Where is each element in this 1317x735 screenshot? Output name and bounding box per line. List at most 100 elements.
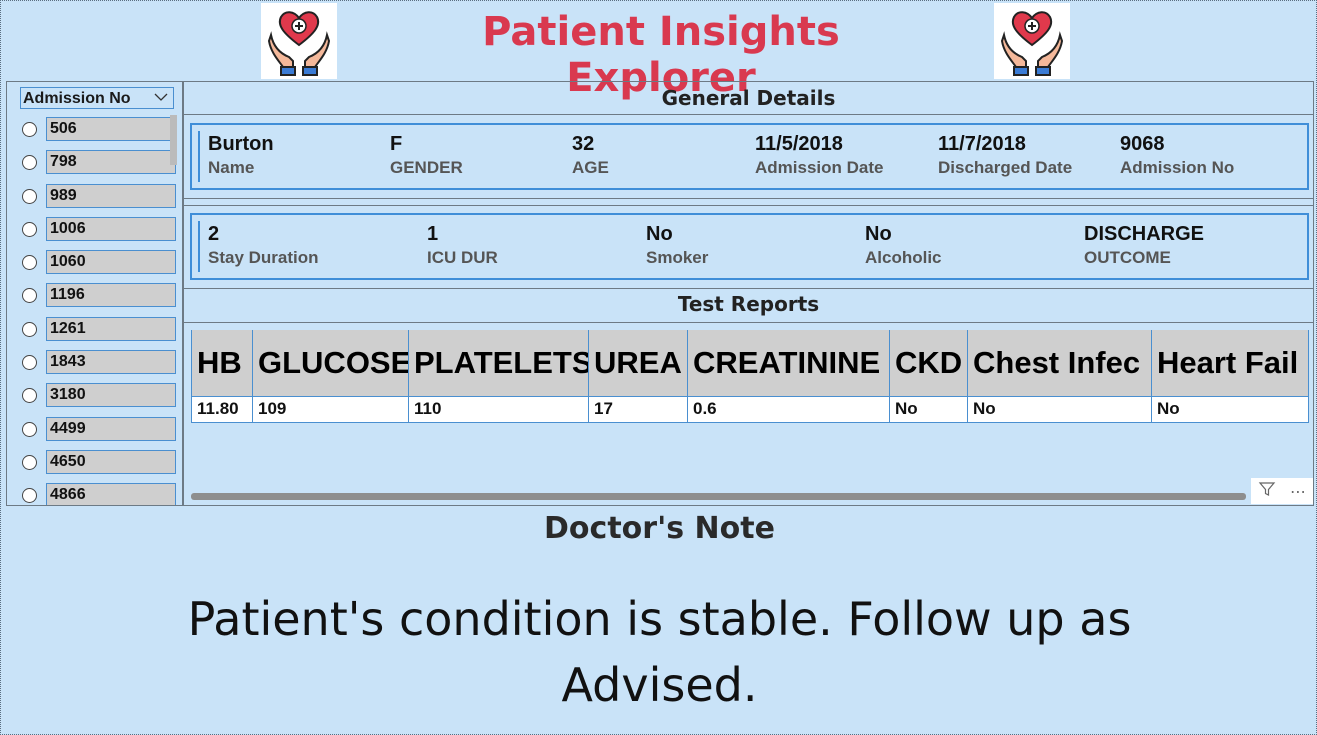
doctors-note-title: Doctor's Note bbox=[544, 511, 775, 546]
kpi-name: Burton Name bbox=[208, 131, 274, 179]
slicer-item-label: 1196 bbox=[46, 283, 176, 308]
slicer-item-label: 4499 bbox=[46, 416, 176, 441]
radio-button[interactable] bbox=[22, 155, 37, 171]
divider bbox=[184, 114, 1313, 115]
radio-button[interactable] bbox=[22, 388, 37, 404]
slicer-scrollbar[interactable] bbox=[170, 115, 177, 165]
slicer-item-label: 1843 bbox=[46, 350, 176, 375]
table-cell: No bbox=[967, 395, 1152, 423]
table-cell: 11.80 bbox=[191, 395, 253, 423]
slicer-item[interactable]: 798 bbox=[20, 150, 182, 183]
kpi-value: 1 bbox=[427, 223, 439, 245]
kpi-smoker: No Smoker bbox=[646, 221, 708, 269]
slicer-item[interactable]: 506 bbox=[20, 117, 182, 150]
kpi-label: OUTCOME bbox=[1084, 248, 1171, 267]
slicer-item-label: 1006 bbox=[46, 216, 176, 241]
kpi-admission-date: 11/5/2018 Admission Date bbox=[755, 131, 883, 179]
radio-button[interactable] bbox=[22, 288, 37, 304]
column-header[interactable]: Chest Infec bbox=[967, 330, 1152, 396]
kpi-value: 11/5/2018 bbox=[755, 133, 843, 155]
kpi-admission-no: 9068 Admission No bbox=[1120, 131, 1234, 179]
slicer-label: Admission No bbox=[23, 90, 131, 107]
column-header[interactable]: CREATININE bbox=[687, 330, 890, 396]
more-options-icon[interactable]: ⋯ bbox=[1290, 482, 1306, 501]
slicer-dropdown[interactable]: Admission No bbox=[20, 87, 174, 109]
test-reports-table: HB GLUCOSE PLATELETS UREA CREATININE CKD Chest… bbox=[191, 330, 1309, 423]
admission-no-slicer: Admission No 506 798 989 1006 1060 1196 1261 18… bbox=[6, 81, 183, 506]
slicer-item[interactable]: 3180 bbox=[20, 383, 182, 416]
slicer-item-label: 798 bbox=[46, 150, 176, 175]
kpi-value: 11/7/2018 bbox=[938, 133, 1026, 155]
column-header[interactable]: GLUCOSE bbox=[252, 330, 409, 396]
slicer-item[interactable]: 4650 bbox=[20, 449, 182, 483]
divider bbox=[184, 322, 1313, 323]
kpi-label: Name bbox=[208, 158, 255, 177]
table-horizontal-scrollbar[interactable] bbox=[191, 493, 1246, 500]
divider bbox=[184, 205, 1313, 206]
general-details-card: Burton Name F GENDER 32 AGE 11/5/2018 Admission… bbox=[190, 123, 1309, 190]
slicer-item-label: 1261 bbox=[46, 316, 176, 341]
slicer-item[interactable]: 1843 bbox=[20, 350, 182, 383]
column-header[interactable]: Heart Fail bbox=[1151, 330, 1309, 396]
slicer-item[interactable]: 4499 bbox=[20, 416, 182, 450]
slicer-item-label: 3180 bbox=[46, 383, 176, 408]
kpi-label: AGE bbox=[572, 158, 609, 177]
kpi-value: F bbox=[390, 133, 403, 155]
test-reports-title: Test Reports bbox=[677, 292, 820, 316]
kpi-label: Admission No bbox=[1120, 158, 1235, 177]
kpi-outcome: DISCHARGE OUTCOME bbox=[1084, 221, 1204, 269]
column-header[interactable]: PLATELETS bbox=[408, 330, 589, 396]
column-header[interactable]: UREA bbox=[588, 330, 688, 396]
divider bbox=[184, 198, 1313, 199]
slicer-list: 506 798 989 1006 1060 1196 1261 1843 3180 4499 465… bbox=[20, 117, 182, 505]
kpi-value: No bbox=[646, 223, 673, 245]
slicer-item-label: 4866 bbox=[46, 483, 176, 505]
table-cell: 0.6 bbox=[687, 395, 890, 423]
kpi-value: DISCHARGE bbox=[1084, 223, 1205, 245]
slicer-item-label: 1060 bbox=[46, 250, 176, 275]
slicer-item[interactable]: 4866 bbox=[20, 483, 182, 505]
chevron-down-icon[interactable] bbox=[154, 90, 168, 109]
caring-hands-heart-icon bbox=[261, 3, 337, 79]
kpi-label: ICU DUR bbox=[427, 248, 498, 267]
radio-button[interactable] bbox=[22, 454, 37, 470]
radio-button[interactable] bbox=[22, 321, 37, 337]
kpi-stay-duration: 2 Stay Duration bbox=[208, 221, 319, 269]
visual-toolbar: ⋯ bbox=[1251, 478, 1313, 504]
slicer-item[interactable]: 1196 bbox=[20, 283, 182, 316]
radio-button[interactable] bbox=[22, 122, 37, 137]
slicer-item[interactable]: 1261 bbox=[20, 316, 182, 350]
stay-details-card: 2 Stay Duration 1 ICU DUR No Smoker No Alcoholi… bbox=[190, 213, 1309, 280]
radio-button[interactable] bbox=[22, 188, 37, 204]
report-canvas: Patient Insights Explorer Admission No 5… bbox=[0, 0, 1317, 735]
kpi-gender: F GENDER bbox=[390, 131, 463, 179]
table-cell: No bbox=[1151, 395, 1309, 423]
radio-button[interactable] bbox=[22, 355, 37, 371]
main-panel: General Details Burton Name F GENDER 32 AGE 11… bbox=[183, 81, 1314, 506]
slicer-item[interactable]: 989 bbox=[20, 183, 182, 217]
table-cell: 109 bbox=[252, 395, 409, 423]
divider bbox=[184, 288, 1313, 289]
radio-button[interactable] bbox=[22, 421, 37, 437]
table-cell: 17 bbox=[588, 395, 688, 423]
table-cell: No bbox=[889, 395, 968, 423]
radio-button[interactable] bbox=[22, 255, 37, 271]
slicer-item-label: 989 bbox=[46, 183, 176, 208]
kpi-value: No bbox=[865, 223, 892, 245]
kpi-label: Discharged Date bbox=[938, 158, 1073, 177]
slicer-item-label: 506 bbox=[46, 117, 176, 141]
slicer-item[interactable]: 1006 bbox=[20, 216, 182, 250]
general-details-title: General Details bbox=[661, 86, 836, 110]
kpi-discharged-date: 11/7/2018 Discharged Date bbox=[938, 131, 1072, 179]
slicer-item[interactable]: 1060 bbox=[20, 250, 182, 283]
kpi-age: 32 AGE bbox=[572, 131, 609, 179]
column-header[interactable]: HB bbox=[191, 330, 253, 396]
kpi-label: Smoker bbox=[646, 248, 709, 267]
kpi-value: 32 bbox=[572, 133, 595, 155]
table-row: 11.80 109 110 17 0.6 No No No bbox=[191, 395, 1309, 423]
filter-icon[interactable] bbox=[1258, 480, 1276, 502]
radio-button[interactable] bbox=[22, 221, 37, 237]
doctors-note-text: Patient's condition is stable. Follow up… bbox=[187, 592, 1132, 712]
radio-button[interactable] bbox=[22, 488, 37, 504]
column-header[interactable]: CKD bbox=[889, 330, 968, 396]
